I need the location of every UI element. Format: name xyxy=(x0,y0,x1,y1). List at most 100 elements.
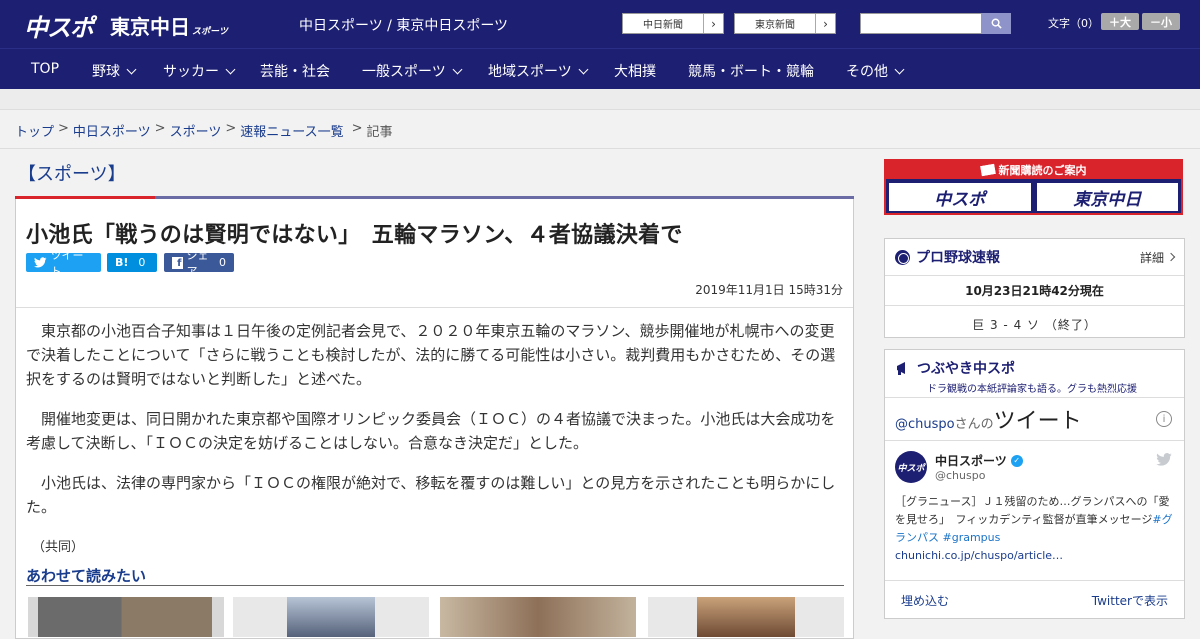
tweet-account-line: 中日スポーツ ✓ xyxy=(935,452,1023,469)
article-paragraph: 東京都の小池百合子知事は１日午後の定例記者会見で、２０２０年東京五輪のマラソン、… xyxy=(26,322,836,388)
nav-label: その他 xyxy=(846,64,888,80)
related-thumbnail[interactable] xyxy=(28,597,224,637)
baseball-title: プロ野球速報 xyxy=(916,250,1000,266)
embed-link[interactable]: 埋め込む xyxy=(901,592,949,609)
related-photo xyxy=(440,597,636,637)
tokyo-shimbun-link[interactable]: 東京新聞 › xyxy=(734,13,836,34)
tweet-author: 中スポ 中日スポーツ ✓ @chuspo xyxy=(895,451,1174,483)
newspaper-icon xyxy=(979,163,996,177)
related-thumbnail[interactable] xyxy=(233,597,429,637)
related-thumbnail[interactable] xyxy=(648,597,844,637)
related-photo xyxy=(697,597,795,637)
twitter-widget: つぶやき中スポ ドラ観戦の本紙評論家も語る。グラも熱烈応援 @chuspoさんの… xyxy=(884,349,1185,619)
facebook-share-button[interactable]: f シェア 0 xyxy=(164,249,234,278)
score-timestamp: 10月23日21時42分現在 xyxy=(885,282,1184,306)
tweet-body: ［グラニュース］Ｊ１残留のため…グランパスへの「愛を見せろ」 フィッカデンティ監… xyxy=(895,495,1170,526)
tweets-header-title: @chuspoさんのツイート xyxy=(895,403,1082,435)
tweet-text: ［グラニュース］Ｊ１残留のため…グランパスへの「愛を見せろ」 フィッカデンティ監… xyxy=(895,493,1174,565)
nav-other[interactable]: その他 xyxy=(846,61,905,81)
chevron-down-icon xyxy=(578,64,589,74)
breadcrumb-sports[interactable]: スポーツ xyxy=(170,121,222,140)
widget-header: プロ野球速報 詳細 xyxy=(885,239,1184,276)
avatar[interactable]: 中スポ xyxy=(895,451,927,483)
megaphone-icon xyxy=(897,362,905,375)
tweets-label: ツイート xyxy=(993,409,1082,434)
nav-entertainment[interactable]: 芸能・社会 xyxy=(260,61,330,81)
subscription-title: 新聞購読のご案内 xyxy=(998,164,1087,177)
nav-baseball[interactable]: 野球 xyxy=(92,61,137,81)
tweet-link[interactable]: chunichi.co.jp/chuspo/article… xyxy=(895,549,1063,562)
related-photo xyxy=(38,597,212,637)
search-input[interactable] xyxy=(860,13,982,34)
chevron-down-icon xyxy=(225,64,236,74)
top-header: 中スポ 東京中日 スポーツ 中日スポーツ / 東京中日スポーツ 中日新聞 › 東京… xyxy=(0,0,1200,48)
chuspo-subscribe-logo[interactable]: 中スポ xyxy=(888,182,1032,212)
article-paragraph: 小池氏は、法律の専門家から「ＩＯＣの権限が絶対で、移転を覆すのは難しい」との見方… xyxy=(26,474,836,516)
handle-suffix: さんの xyxy=(954,417,994,432)
hatena-bookmark-button[interactable]: B! 0 xyxy=(107,253,157,272)
related-thumbnail[interactable] xyxy=(440,597,636,637)
breadcrumb-news-list[interactable]: 速報ニュース一覧 xyxy=(240,121,343,140)
tweet-account-handle[interactable]: @chuspo xyxy=(935,469,1023,482)
hatena-count: 0 xyxy=(138,256,146,269)
nav-racing[interactable]: 競馬・ボート・競輪 xyxy=(688,61,814,81)
font-larger-button[interactable]: ＋大 xyxy=(1101,13,1139,30)
tweet-author-info: 中日スポーツ ✓ @chuspo xyxy=(935,452,1023,482)
font-size-label: 文字（0） xyxy=(1048,17,1099,30)
widget-title: つぶやき中スポ xyxy=(895,358,1174,378)
ext-link-label: 中日新聞 xyxy=(643,20,683,31)
article-credit: （共同） xyxy=(32,540,85,555)
chunichi-shimbun-link[interactable]: 中日新聞 › xyxy=(622,13,724,34)
main-nav: TOP 野球 サッカー 芸能・社会 一般スポーツ 地域スポーツ 大相撲 競馬・ボ… xyxy=(0,48,1200,89)
nav-regional-sports[interactable]: 地域スポーツ xyxy=(488,61,589,81)
twitter-handle-link[interactable]: @chuspo xyxy=(895,417,955,432)
related-divider xyxy=(26,585,844,586)
font-smaller-button[interactable]: －小 xyxy=(1142,13,1180,30)
breadcrumb-bar: トップ > 中日スポーツ > スポーツ > 速報ニュース一覧 > 記事 xyxy=(0,110,1200,149)
tweets-header: @chuspoさんのツイート i xyxy=(885,398,1184,441)
nav-label: 野球 xyxy=(92,64,120,80)
info-icon[interactable]: i xyxy=(1156,411,1172,427)
ext-link-label: 東京新聞 xyxy=(755,20,795,31)
breadcrumb-chunichi-sports[interactable]: 中日スポーツ xyxy=(73,121,151,140)
subscription-logos: 中スポ 東京中日 xyxy=(886,179,1181,215)
breadcrumb-top[interactable]: トップ xyxy=(15,121,54,140)
search-button[interactable] xyxy=(982,13,1011,34)
details-label: 詳細 xyxy=(1139,250,1164,265)
chevron-right-icon: › xyxy=(815,14,835,33)
facebook-share-count: 0 xyxy=(219,256,226,269)
nav-soccer[interactable]: サッカー xyxy=(163,61,236,81)
baseball-details-link[interactable]: 詳細 xyxy=(1139,249,1176,266)
widget-footer: 埋め込む Twitterで表示 xyxy=(885,581,1184,619)
verified-badge-icon: ✓ xyxy=(1010,454,1023,467)
article-paragraph: 開催地変更は、同日開かれた東京都や国際オリンピック委員会（ＩＯＣ）の４者協議で決… xyxy=(26,410,836,452)
twitter-bird-icon[interactable] xyxy=(1156,453,1172,466)
breadcrumb: トップ > 中日スポーツ > スポーツ > 速報ニュース一覧 > 記事 xyxy=(15,121,393,140)
chevron-right-icon: › xyxy=(703,14,723,33)
tweet-card[interactable]: 中スポ 中日スポーツ ✓ @chuspo ［グラニュース］Ｊ１残留のため…グラン… xyxy=(885,441,1184,581)
category-heading: 【スポーツ】 xyxy=(18,164,126,185)
baseball-icon xyxy=(895,249,910,265)
tokyo-chunichi-subscribe-logo[interactable]: 東京中日 xyxy=(1035,182,1179,212)
site-tagline[interactable]: 中日スポーツ / 東京中日スポーツ xyxy=(299,15,508,35)
twitter-bird-icon xyxy=(34,257,47,268)
chuspo-logo[interactable]: 中スポ xyxy=(24,8,94,43)
hatena-icon: B! xyxy=(115,256,129,269)
tweet-button[interactable]: ツイート xyxy=(26,249,101,278)
tsubuyaki-title: つぶやき中スポ xyxy=(917,361,1015,377)
tokyo-chunichi-logo-sub: スポーツ xyxy=(192,27,228,37)
subscription-banner[interactable]: 新聞購読のご案内 中スポ 東京中日 xyxy=(884,159,1183,215)
breadcrumb-separator: > xyxy=(58,121,69,136)
nav-sumo[interactable]: 大相撲 xyxy=(614,61,656,81)
tweet-account-name[interactable]: 中日スポーツ xyxy=(935,452,1007,469)
subscription-banner-header: 新聞購読のご案内 xyxy=(886,161,1181,179)
game-score[interactable]: 巨 3 - 4 ソ （終了） xyxy=(885,316,1184,333)
nav-top[interactable]: TOP xyxy=(31,61,59,77)
view-on-twitter-link[interactable]: Twitterで表示 xyxy=(1092,592,1168,609)
nav-general-sports[interactable]: 一般スポーツ xyxy=(362,61,463,81)
tokyo-chunichi-logo[interactable]: 東京中日 スポーツ xyxy=(110,11,228,40)
nav-label: 一般スポーツ xyxy=(362,64,446,80)
divider xyxy=(16,307,853,308)
breadcrumb-separator: > xyxy=(351,121,363,136)
nav-label: 競馬・ボート・競輪 xyxy=(688,64,814,80)
